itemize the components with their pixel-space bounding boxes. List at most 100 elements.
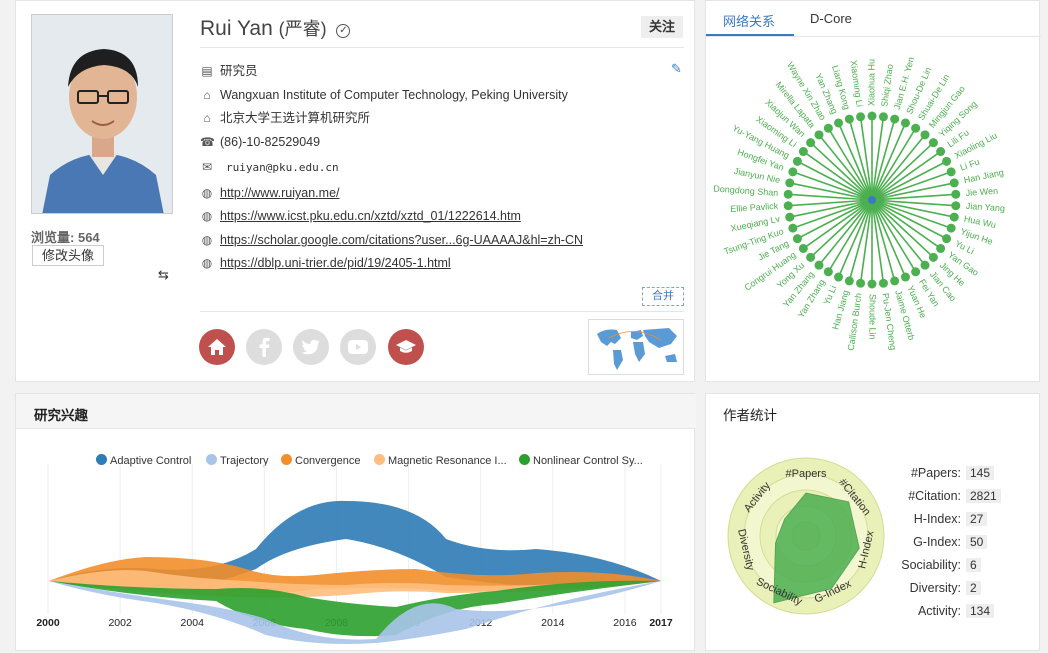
stat-value: 50 xyxy=(966,535,988,549)
coauthor-node[interactable] xyxy=(911,123,921,133)
coauthor-node[interactable] xyxy=(951,201,961,211)
coauthor-node[interactable] xyxy=(878,112,888,122)
coauthor-node[interactable] xyxy=(798,147,808,157)
coauthor-label[interactable]: Dongdong Shan xyxy=(713,184,779,198)
coauthor-node[interactable] xyxy=(920,260,930,270)
coauthor-node[interactable] xyxy=(783,201,793,211)
envelope-icon: ✉ xyxy=(201,160,213,174)
coauthor-node[interactable] xyxy=(949,178,959,188)
coauthor-node[interactable] xyxy=(867,279,877,289)
coauthor-node[interactable] xyxy=(856,112,866,122)
coauthor-node[interactable] xyxy=(792,156,802,166)
panel-title: 研究兴趣 xyxy=(34,408,88,423)
stat-row: #Papers: 145 xyxy=(901,466,1021,482)
coauthor-node[interactable] xyxy=(788,223,798,233)
tab-dcore[interactable]: D-Core xyxy=(810,11,852,26)
coauthor-node[interactable] xyxy=(949,212,959,222)
network-panel: 网络关系 D-Core Xiaohua Hu Shiqi Zhao Jian E.H… xyxy=(705,0,1041,382)
tab-network[interactable]: 网络关系 xyxy=(723,11,775,30)
globe-icon: ◍ xyxy=(201,209,213,223)
follow-button[interactable]: 关注 xyxy=(641,16,683,38)
coauthor-node[interactable] xyxy=(890,114,900,124)
phone-text: (86)-10-82529049 xyxy=(220,135,321,149)
coauthor-node[interactable] xyxy=(806,138,816,148)
coauthor-node[interactable] xyxy=(844,114,854,124)
coauthor-node[interactable] xyxy=(946,223,956,233)
author-stats-panel: 作者统计 #Papers #Citation H-Index G-Index Socia… xyxy=(705,393,1040,651)
coauthor-node[interactable] xyxy=(823,267,833,277)
coauthor-node[interactable] xyxy=(942,234,952,244)
coauthor-node[interactable] xyxy=(928,138,938,148)
coauthor-node[interactable] xyxy=(844,276,854,286)
graduation-cap-icon[interactable] xyxy=(388,329,424,365)
coauthor-label[interactable]: Xiaohua Hu xyxy=(866,59,876,106)
coauthor-node[interactable] xyxy=(814,260,824,270)
globe-icon: ◍ xyxy=(201,186,213,200)
coauthor-node[interactable] xyxy=(834,272,844,282)
coauthor-node[interactable] xyxy=(920,130,930,140)
coauthor-node[interactable] xyxy=(783,189,793,199)
name-en: Rui Yan xyxy=(200,17,273,40)
coauthor-node[interactable] xyxy=(900,118,910,128)
tab-underline xyxy=(706,34,794,36)
home-icon[interactable] xyxy=(199,329,235,365)
institute-link[interactable]: https://www.icst.pku.edu.cn/xztd/xztd_01… xyxy=(220,209,521,223)
coauthor-node[interactable] xyxy=(856,278,866,288)
coauthor-label[interactable]: Ellie Pavlick xyxy=(730,201,779,214)
coauthor-network-graph[interactable]: Xiaohua Hu Shiqi ZhaoJian E.H. YenShou-De… xyxy=(706,37,1041,382)
coauthor-label[interactable]: Shiqi Zhao xyxy=(879,63,895,107)
homepage-link[interactable]: http://www.ruiyan.me/ xyxy=(220,186,340,200)
position-text: 研究员 xyxy=(220,64,258,78)
coauthor-node[interactable] xyxy=(928,252,938,262)
coauthor-label[interactable]: Li Fu xyxy=(959,157,981,173)
coauthor-node[interactable] xyxy=(878,278,888,288)
stat-label: G-Index: xyxy=(913,535,961,549)
change-avatar-button[interactable]: 修改头像 xyxy=(32,245,104,266)
stat-value: 2 xyxy=(966,581,981,595)
swap-icon[interactable]: ⇆ xyxy=(158,267,169,283)
coauthor-node[interactable] xyxy=(806,252,816,262)
coauthor-node[interactable] xyxy=(890,276,900,286)
coauthor-label[interactable]: Pu-Jen Cheng xyxy=(880,292,898,350)
coauthor-label[interactable]: Jie Wen xyxy=(965,186,998,198)
coauthor-node[interactable] xyxy=(946,167,956,177)
youtube-icon[interactable] xyxy=(340,329,376,365)
coauthor-node[interactable] xyxy=(951,189,961,199)
coauthor-node[interactable] xyxy=(792,234,802,244)
coauthor-node[interactable] xyxy=(785,178,795,188)
institution-icon: ⌂ xyxy=(203,111,211,125)
profile-panel: 浏览量: 564 修改头像 ⇆ Rui Yan (严睿) ✓ 关注 ✎ ▤ 研究员… xyxy=(15,0,695,382)
interest-streamgraph[interactable]: 2000200220042006200820102012201420162017 xyxy=(16,429,696,652)
coauthor-node[interactable] xyxy=(867,111,877,121)
year-tick-label: 2016 xyxy=(613,617,637,629)
twitter-icon[interactable] xyxy=(293,329,329,365)
coauthor-node[interactable] xyxy=(834,118,844,128)
facebook-icon[interactable] xyxy=(246,329,282,365)
dblp-link[interactable]: https://dblp.uni-trier.de/pid/19/2405-1.… xyxy=(220,256,451,270)
coauthor-node[interactable] xyxy=(785,212,795,222)
scholar-link[interactable]: https://scholar.google.com/citations?use… xyxy=(220,233,583,247)
coauthor-node[interactable] xyxy=(942,156,952,166)
coauthor-node[interactable] xyxy=(823,123,833,133)
edit-icon[interactable]: ✎ xyxy=(671,61,682,77)
year-tick-label: 2000 xyxy=(36,617,60,629)
coauthor-node[interactable] xyxy=(911,267,921,277)
radar-axis-label: #Papers xyxy=(786,468,827,480)
coauthor-label[interactable]: Jian Yang xyxy=(965,201,1005,214)
network-edge xyxy=(871,199,934,258)
coauthor-label[interactable]: Callison Burch xyxy=(846,292,864,351)
merge-button[interactable]: 合并 xyxy=(642,287,684,306)
coauthor-node[interactable] xyxy=(900,272,910,282)
coauthor-label[interactable]: Shoude Lin xyxy=(868,294,878,340)
network-edge xyxy=(848,118,873,201)
coauthor-node[interactable] xyxy=(936,147,946,157)
coauthor-node[interactable] xyxy=(798,243,808,253)
coauthor-node[interactable] xyxy=(936,243,946,253)
network-edge xyxy=(810,199,873,258)
coauthor-node[interactable] xyxy=(814,130,824,140)
center-node[interactable] xyxy=(868,196,876,204)
coauthor-node[interactable] xyxy=(788,167,798,177)
views-label: 浏览量: xyxy=(31,230,75,245)
world-map[interactable] xyxy=(588,319,684,375)
email-text: ruiyan@pku.edu.cn xyxy=(226,161,339,174)
